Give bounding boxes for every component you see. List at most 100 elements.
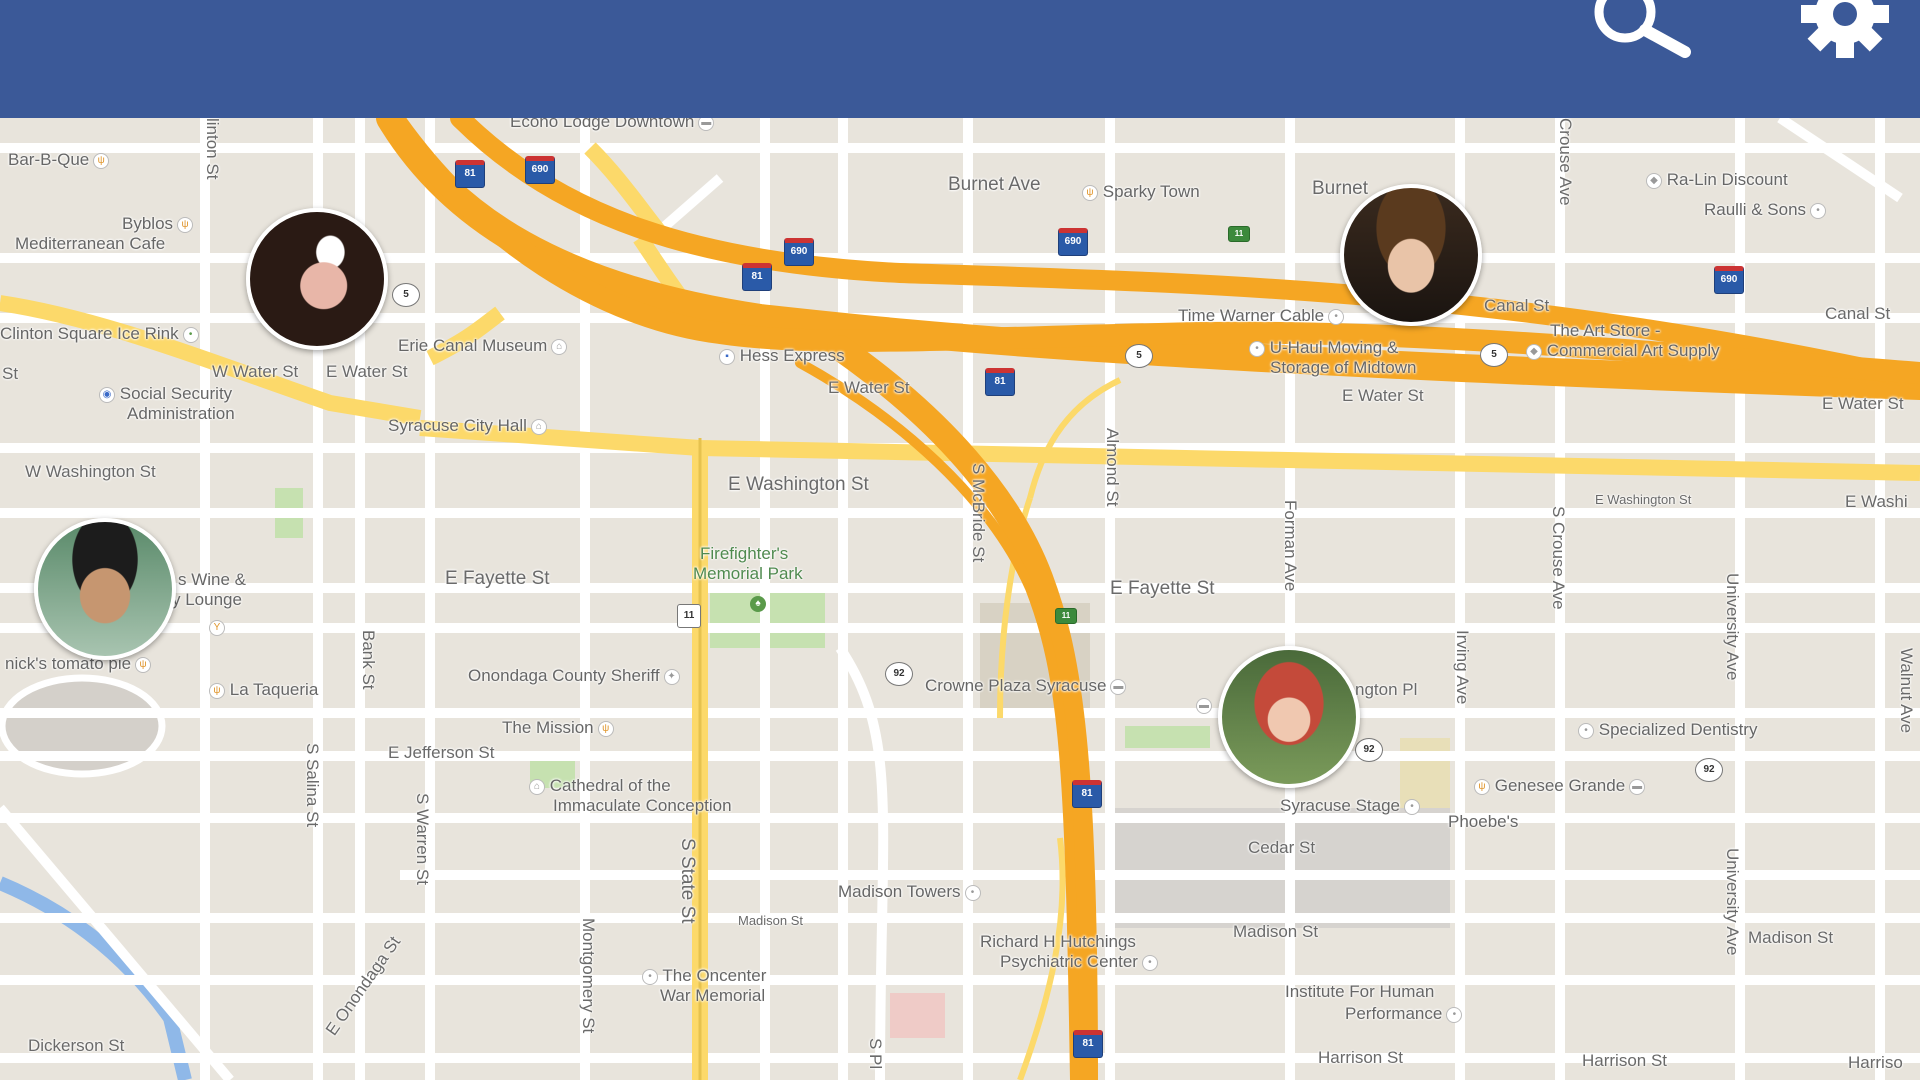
friend-avatar[interactable] [1340, 184, 1482, 326]
friend-avatar[interactable] [1218, 646, 1360, 788]
street-label: S Crouse Ave [1549, 506, 1568, 610]
street-label: Bank St [359, 630, 378, 690]
street-label: Harriso [1848, 1053, 1903, 1072]
friend-avatar[interactable] [34, 518, 176, 660]
government-icon: ◉ [99, 386, 115, 403]
street-label: Burnet [1312, 178, 1368, 199]
place-dot-icon: • [964, 884, 981, 901]
place-label[interactable]: Memorial Park [693, 564, 803, 584]
shield-i690: 690 [784, 238, 814, 266]
place-label[interactable]: Crowne Plaza Syracuse ▬ [925, 676, 1127, 696]
street-label: Walnut Ave [1897, 648, 1916, 734]
street-label: E Fayette St [1110, 578, 1215, 599]
place-label[interactable]: y Lounge [172, 590, 242, 610]
place-label[interactable]: Phoebe's [1448, 812, 1518, 832]
street-label: Madison St [1748, 928, 1834, 947]
street-label: E Washington St [1595, 492, 1692, 507]
street-label: Almond St [1103, 428, 1122, 507]
hotel-icon: ▬ [1110, 678, 1127, 695]
shield-ny92: 92 [1695, 758, 1723, 782]
place-label[interactable]: ▪ Hess Express [715, 346, 845, 366]
place-label[interactable]: Immaculate Conception [553, 796, 732, 816]
restaurant-icon: ψ [177, 216, 194, 233]
street-label: E Washington St [728, 474, 869, 495]
street-label: Madison St [738, 913, 804, 928]
hospital-icon: • [1141, 954, 1158, 971]
place-label[interactable]: ⌂ Cathedral of the [525, 776, 671, 796]
place-label[interactable]: Onondaga County Sheriff ✦ [468, 666, 680, 686]
place-label[interactable]: Time Warner Cable • [1178, 306, 1345, 326]
place-label[interactable]: The Mission ψ [502, 718, 614, 738]
bar-icon: Y [209, 620, 225, 636]
street-label: Harrison St [1582, 1051, 1668, 1070]
place-dot-icon: • [1810, 202, 1827, 219]
place-label[interactable]: nick's tomato pie ψ [5, 654, 152, 674]
place-label[interactable]: Raulli & Sons • [1704, 200, 1827, 220]
place-label[interactable]: s Wine & [178, 570, 246, 590]
place-label[interactable]: Madison Towers • [838, 882, 981, 902]
place-label[interactable]: Clinton Square Ice Rink • [0, 324, 199, 344]
restaurant-icon: ψ [93, 152, 110, 169]
street-label: Canal St [1825, 304, 1891, 323]
street-label: Dickerson St [28, 1036, 125, 1055]
restaurant-icon: ψ [209, 682, 225, 699]
place-label[interactable]: Byblos ψ [122, 214, 194, 234]
place-label[interactable]: ψ La Taqueria [205, 680, 318, 700]
place-label[interactable]: Storage of Midtown [1270, 358, 1416, 378]
shield-ny5: 5 [1125, 344, 1153, 368]
place-dot-icon: • [1328, 308, 1345, 325]
gear-icon[interactable] [1795, 0, 1895, 70]
street-label: linton St [203, 118, 222, 180]
shield-ny5: 5 [1480, 343, 1508, 367]
street-label: W Washington St [25, 462, 156, 481]
street-label: S McBride St [969, 463, 988, 563]
friend-avatar[interactable] [246, 208, 388, 350]
place-dot-icon: • [1249, 340, 1265, 357]
place-label[interactable]: Administration [127, 404, 235, 424]
restaurant-icon: ψ [1082, 184, 1098, 201]
place-label[interactable]: War Memorial [660, 986, 765, 1006]
park-strip [1125, 726, 1210, 748]
place-label[interactable]: ◆ Ra-Lin Discount [1642, 170, 1788, 190]
search-icon[interactable] [1585, 0, 1705, 70]
place-label[interactable]: ◆ Commercial Art Supply [1522, 341, 1720, 361]
place-label[interactable]: The Art Store - [1550, 321, 1661, 341]
map-view[interactable]: 81 690 690 81 690 690 81 81 81 5 5 5 11 … [0, 118, 1920, 1080]
street-label: E Jefferson St [388, 743, 495, 762]
street-label: S Salina St [303, 743, 322, 828]
place-label[interactable]: • The Oncenter [638, 966, 766, 986]
restaurant-icon: ψ [1474, 778, 1490, 795]
shield-i81: 81 [455, 160, 485, 188]
shield-ny5: 5 [392, 283, 420, 307]
place-label[interactable]: Performance • [1345, 1004, 1463, 1024]
place-label[interactable]: Syracuse City Hall ⌂ [388, 416, 547, 436]
street-label: E Water St [1342, 386, 1424, 405]
street-label: Harrison St [1318, 1048, 1404, 1067]
city-hall-icon: ⌂ [530, 418, 547, 435]
place-label[interactable]: Richard H Hutchings [980, 932, 1136, 952]
place-label[interactable]: Mediterranean Cafe [15, 234, 165, 254]
street-label: Burnet Ave [948, 174, 1041, 195]
place-label[interactable]: Institute For Human [1285, 982, 1434, 1002]
street-label: Forman Ave [1281, 500, 1300, 592]
place-label[interactable]: Econo Lodge Downtown ▬ [510, 118, 715, 132]
place-label[interactable]: • Specialized Dentistry [1574, 720, 1757, 740]
block-hospital [890, 993, 945, 1038]
place-label[interactable]: Psychiatric Center • [1000, 952, 1158, 972]
block-building-2 [1110, 808, 1450, 928]
shield-ny92: 92 [885, 662, 913, 686]
hotel-icon: ▬ [1196, 698, 1212, 714]
place-label[interactable]: ψ Sparky Town [1078, 182, 1200, 202]
place-label[interactable]: Firefighter's [700, 544, 788, 564]
place-label[interactable]: • U-Haul Moving & [1245, 338, 1398, 358]
shopping-icon: ◆ [1526, 343, 1542, 360]
street-label: E Water St [1822, 394, 1904, 413]
place-label[interactable]: Erie Canal Museum ⌂ [398, 336, 568, 356]
place-label[interactable]: Syracuse Stage • [1280, 796, 1421, 816]
shield-i81: 81 [1072, 780, 1102, 808]
shield-i81: 81 [985, 368, 1015, 396]
place-label[interactable]: ψ Genesee Grande ▬ [1470, 776, 1646, 796]
place-label[interactable]: ◉ Social Security [95, 384, 232, 404]
place-label[interactable]: Bar-B-Que ψ [8, 150, 110, 170]
street-label: Canal St [1484, 296, 1550, 315]
